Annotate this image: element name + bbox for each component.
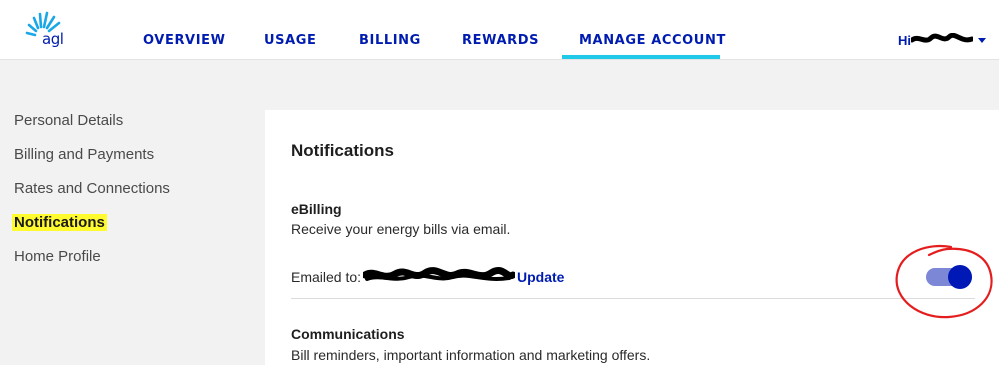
- nav-usage[interactable]: USAGE: [264, 33, 317, 48]
- nav-overview[interactable]: OVERVIEW: [143, 33, 226, 48]
- nav-rewards[interactable]: REWARDS: [462, 33, 539, 48]
- update-email-link[interactable]: Update: [517, 269, 564, 285]
- communications-description: Bill reminders, important information an…: [291, 347, 651, 363]
- active-tab-indicator: [562, 55, 720, 59]
- sidebar-item-personal-details[interactable]: Personal Details: [14, 112, 123, 129]
- page-title: Notifications: [291, 141, 394, 160]
- sidebar-item-rates-and-connections[interactable]: Rates and Connections: [14, 180, 170, 197]
- sidebar-item-notifications[interactable]: Notifications: [12, 214, 107, 231]
- account-sidebar: Personal Details Billing and Payments Ra…: [0, 60, 265, 365]
- redacted-username: [911, 33, 973, 43]
- nav-billing[interactable]: BILLING: [359, 33, 421, 48]
- redacted-email: [363, 267, 515, 281]
- sidebar-item-billing-and-payments[interactable]: Billing and Payments: [14, 146, 154, 163]
- notifications-panel: Notifications eBilling Receive your ener…: [265, 110, 999, 365]
- ebilling-title: eBilling: [291, 201, 342, 217]
- nav-manage-account[interactable]: MANAGE ACCOUNT: [579, 33, 726, 48]
- section-divider: [291, 298, 975, 299]
- caret-down-icon[interactable]: [978, 38, 986, 43]
- communications-title: Communications: [291, 326, 405, 342]
- red-circle-annotation: [895, 245, 993, 319]
- top-navigation-bar: agl OVERVIEW USAGE BILLING REWARDS MANAG…: [0, 0, 999, 60]
- user-greeting[interactable]: Hi: [898, 33, 911, 48]
- emailed-to-label: Emailed to:: [291, 269, 362, 285]
- brand-wordmark: agl: [42, 30, 64, 48]
- ebilling-description: Receive your energy bills via email.: [291, 221, 511, 237]
- sidebar-item-home-profile[interactable]: Home Profile: [14, 248, 101, 265]
